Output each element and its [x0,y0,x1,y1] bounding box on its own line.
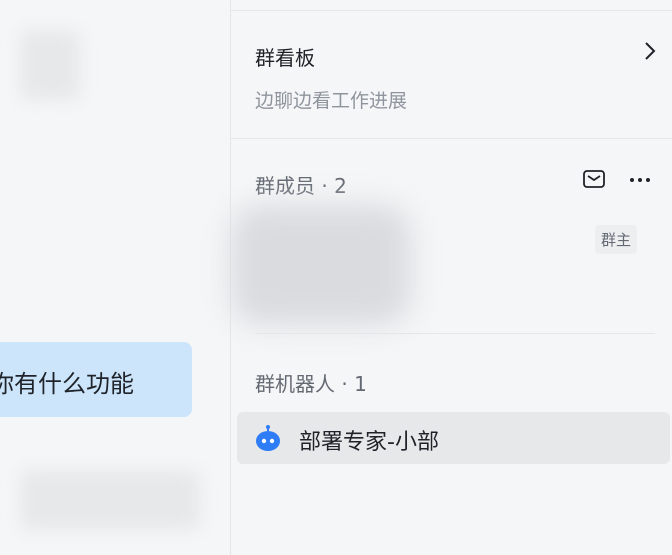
mail-icon[interactable] [582,168,606,190]
bot-name: 部署专家-小部 [299,430,439,455]
divider [231,138,672,139]
divider [231,10,672,11]
group-info-panel: 群看板 边聊边看工作进展 群成员 · 2 群主 群机器人 · 1 部署专家-小部 [231,0,672,555]
chat-pane: 你有什么功能 [0,0,230,555]
group-board-subtitle: 边聊边看工作进展 [255,90,408,112]
bot-list-item[interactable]: 部署专家-小部 [237,412,670,464]
blurred-message [20,30,80,100]
owner-badge: 群主 [595,225,638,254]
blurred-message [20,470,200,530]
group-board-title: 群看板 [255,46,315,70]
member-avatar-blurred[interactable] [231,205,411,325]
robot-icon [256,425,280,451]
members-title: 群成员 · 2 [255,174,347,198]
message-bubble[interactable]: 你有什么功能 [0,342,192,417]
chevron-right-icon[interactable] [644,40,656,62]
more-icon[interactable] [627,168,653,190]
message-text: 你有什么功能 [0,370,134,398]
bots-title: 群机器人 · 1 [255,372,367,396]
divider [255,333,655,334]
